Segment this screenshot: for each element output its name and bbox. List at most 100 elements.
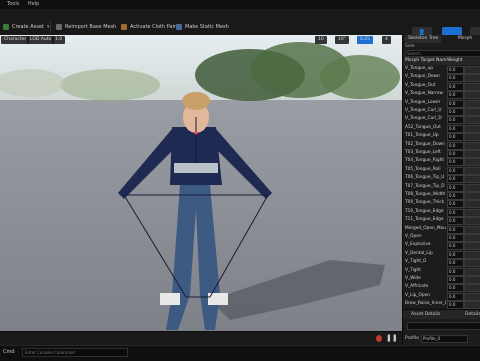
morph-target-name: V_Open	[405, 234, 422, 239]
morph-target-name: T02_Tongue_Down	[405, 141, 445, 147]
morph-target-name: T10_Tongue_Edge	[405, 208, 444, 214]
make-static-label: Make Static Mesh	[185, 23, 229, 30]
cmd-label[interactable]: Cmd	[3, 349, 15, 355]
tab-morph-target[interactable]: Morph	[455, 35, 475, 43]
morph-row[interactable]: V_Affricate 0.0	[403, 283, 480, 293]
toolbar: Create Asset ▾ Reimport Base Mesh Activa…	[0, 9, 480, 38]
record-icon[interactable]	[376, 335, 382, 342]
morph-row[interactable]: V_Tongue_Out 0.0	[403, 82, 480, 91]
morph-target-name: V_Tongue_Curl_D	[405, 116, 442, 122]
make-static-mesh-button[interactable]: Make Static Mesh	[176, 22, 229, 31]
morph-row[interactable]: Brow_Raise_Inner_L 0.0	[403, 300, 480, 310]
activate-cloth-paint-button[interactable]: Activate Cloth Paint	[121, 22, 179, 31]
scene-graphics	[0, 42, 400, 330]
morph-target-name: V_Tight_O	[405, 259, 427, 265]
morph-target-name: T06_Tongue_Tip_U	[405, 175, 445, 181]
morph-row[interactable]: T06_Tongue_Tip_U 0.0	[403, 174, 480, 184]
morph-target-name: T09_Tongue_Thick	[405, 200, 445, 206]
toolbar-divider	[50, 21, 51, 32]
create-asset-button[interactable]: Create Asset ▾	[3, 22, 49, 31]
create-asset-label: Create Asset	[12, 23, 44, 30]
morph-row[interactable]: V_Open 0.0	[403, 233, 480, 242]
morph-row[interactable]: T10_Tongue_Edge 0.0	[403, 208, 480, 217]
morph-row[interactable]: V_Tongue_up 0.0	[403, 65, 480, 74]
morph-row[interactable]: V_Wide 0.0	[403, 275, 480, 284]
morph-row[interactable]: T02_Tongue_Down 0.0	[403, 141, 480, 150]
reimport-base-mesh-button[interactable]: Reimport Base Mesh	[56, 22, 116, 31]
morph-row[interactable]: V_Lip_Open 0.0	[403, 292, 480, 301]
morph-target-name: T08_Tongue_Width	[405, 192, 446, 197]
morph-target-name: V_Tight	[405, 267, 421, 273]
morph-target-name: Merged_Open_Mou	[405, 225, 446, 231]
col-weight[interactable]: Weight	[447, 57, 463, 65]
morph-target-name: V_Tongue_Narrow	[405, 91, 443, 97]
playback-speed-button[interactable]: 1.0	[52, 36, 66, 44]
morph-row[interactable]: V_Tight 0.0	[403, 267, 480, 276]
menu-tools[interactable]: Tools	[7, 0, 19, 9]
morph-target-name: V_Affricate	[405, 284, 429, 290]
morph-row[interactable]: Merged_Open_Mou 0.0	[403, 225, 480, 234]
morph-table-header: Morph Target Nam Weight	[403, 57, 480, 65]
tab-asset-details[interactable]: Asset Details	[411, 310, 440, 319]
scale-snap-button[interactable]: 0.25	[357, 36, 374, 44]
morph-target-name: V_Wide	[405, 276, 421, 281]
morph-row[interactable]: T03_Tongue_Left 0.0	[403, 149, 480, 158]
morph-target-name: V_Tongue_up	[405, 66, 434, 71]
morph-target-name: T07_Tongue_Tip_D	[405, 183, 445, 189]
morph-search-input[interactable]	[405, 50, 480, 57]
activate-cloth-label: Activate Cloth Paint	[130, 23, 180, 30]
viewport-options-button[interactable]: Character	[1, 36, 30, 44]
morph-row[interactable]: V_Dental_Lip 0.0	[403, 250, 480, 259]
morph-row[interactable]: T01_Tongue_Up 0.0	[403, 132, 480, 142]
morph-row[interactable]: V_Tongue_Down 0.0	[403, 73, 480, 83]
morph-row[interactable]: V_Tongue_Narrow 0.0	[403, 90, 480, 100]
morph-target-name: V_Lip_Open	[405, 292, 431, 298]
tab-details[interactable]: Details	[465, 310, 480, 319]
morph-row[interactable]: T09_Tongue_Thick 0.0	[403, 199, 480, 209]
morph-row[interactable]: A52_Tongue_Out 0.0	[403, 124, 480, 133]
morph-target-name: V_Dental_Lip	[405, 250, 433, 256]
morph-row[interactable]: T04_Tongue_Right 0.0	[403, 157, 480, 167]
details-search-input[interactable]	[407, 322, 480, 330]
morph-target-name: T05_Tongue_Roll	[405, 166, 441, 172]
morph-row[interactable]: V_Tight_O 0.0	[403, 258, 480, 268]
profile-select[interactable]: Profile_0	[421, 335, 468, 343]
asset-details-tabs: Asset Details Details	[403, 309, 480, 319]
morph-row[interactable]: V_Tongue_Curl_D 0.0	[403, 115, 480, 125]
morph-row[interactable]: T07_Tongue_Tip_D 0.0	[403, 183, 480, 192]
profile-label: Profile	[405, 336, 419, 341]
col-name[interactable]: Morph Target Nam	[405, 57, 446, 65]
morph-row[interactable]: V_Explosive 0.0	[403, 241, 480, 251]
morph-row[interactable]: T05_Tongue_Roll 0.0	[403, 166, 480, 175]
morph-weight-field[interactable]: 0.0	[447, 301, 464, 310]
chevron-down-icon: ▾	[46, 23, 50, 30]
menu-help[interactable]: Help	[28, 0, 39, 9]
tab-skeleton-tree[interactable]: Skeleton Tree	[405, 35, 442, 43]
morph-row[interactable]: T08_Tongue_Width 0.0	[403, 191, 480, 200]
morph-target-name: V_Tongue_Out	[405, 82, 436, 88]
morph-target-name: V_Tongue_Lower	[405, 99, 441, 105]
morph-row[interactable]: V_Tongue_Curl_U 0.0	[403, 107, 480, 116]
console-command-input[interactable]	[22, 348, 128, 357]
morph-target-name: A52_Tongue_Out	[405, 124, 441, 130]
morph-row[interactable]: T11_Tongue_Edge 0.0	[403, 216, 480, 226]
cloth-paint-icon	[121, 23, 127, 30]
camera-speed-button[interactable]: 4	[382, 36, 391, 44]
viewport[interactable]: Character LOD Auto 1.0 10 10° 0.25 4	[0, 35, 402, 331]
section-label: Sele	[405, 44, 415, 49]
create-asset-icon	[3, 23, 9, 30]
menu-bar: Tools Help	[0, 0, 480, 9]
morph-weight-slider[interactable]	[464, 301, 480, 310]
morph-row[interactable]: V_Tongue_Lower 0.0	[403, 99, 480, 108]
morph-target-name: T01_Tongue_Up	[405, 133, 439, 139]
morph-target-name: T03_Tongue_Left	[405, 150, 441, 155]
translate-snap-button[interactable]: 10	[315, 36, 327, 44]
static-mesh-icon	[176, 23, 182, 30]
pause-icon[interactable]: ❚❚	[386, 334, 398, 342]
lod-button[interactable]: LOD Auto	[27, 36, 55, 44]
morph-target-name: V_Explosive	[405, 242, 431, 248]
morph-target-name: V_Tongue_Curl_U	[405, 108, 442, 113]
timeline-bar: ❚❚	[0, 331, 402, 346]
rotate-snap-button[interactable]: 10°	[335, 36, 349, 44]
reimport-label: Reimport Base Mesh	[65, 23, 117, 30]
